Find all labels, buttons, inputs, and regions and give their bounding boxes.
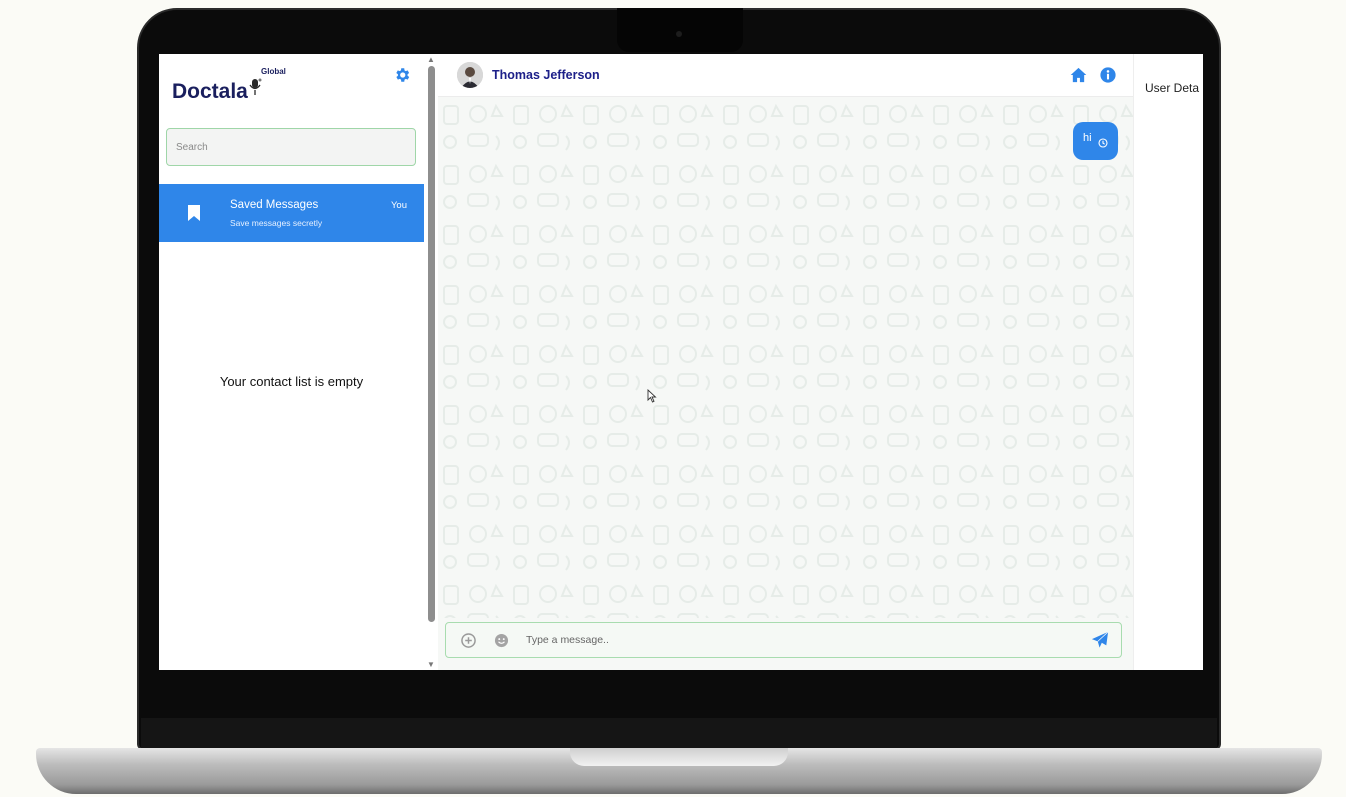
chat-background-pattern [438,98,1133,618]
chat-panel: Thomas Jefferson hi Type a message.. [438,54,1133,670]
add-attachment-icon[interactable] [461,633,476,648]
chat-item-subtitle: Save messages secretly [230,218,323,228]
microphone-logo-icon [249,78,262,95]
home-icon[interactable] [1070,67,1087,83]
app-screen: Doctala Global Saved Messages Save messa… [159,54,1203,670]
mouse-cursor-icon [647,389,657,403]
send-icon[interactable] [1091,631,1109,649]
bookmark-icon [188,205,200,221]
avatar[interactable] [457,62,483,88]
message-composer [445,622,1122,658]
chat-item-tag: You [390,200,407,211]
laptop-bezel-bottom [141,718,1217,748]
search-box [166,128,416,166]
laptop-base-notch [570,748,788,766]
chat-messages-area: hi [438,98,1133,618]
clock-icon [1098,138,1108,148]
emoji-icon[interactable] [494,633,509,648]
contact-name[interactable]: Thomas Jefferson [492,68,600,82]
scroll-thumb[interactable] [428,66,435,622]
chat-item-saved-messages[interactable]: Saved Messages Save messages secretly Yo… [159,184,424,242]
camera-icon [676,31,682,37]
message-text: hi [1083,132,1092,144]
sidebar: Doctala Global Saved Messages Save messa… [159,54,424,670]
scroll-up-arrow-icon[interactable]: ▲ [427,56,435,64]
scroll-down-arrow-icon[interactable]: ▼ [427,661,435,669]
logo-badge: Global [261,67,286,76]
user-details-panel: User Deta [1133,54,1203,670]
message-bubble-outgoing[interactable]: hi [1073,122,1118,160]
message-input[interactable] [526,628,1076,652]
camera-notch [617,8,743,52]
chat-item-title: Saved Messages [230,199,319,211]
user-avatar-icon [457,62,483,88]
sidebar-scrollbar[interactable]: ▲ ▼ [424,54,438,670]
chat-header: Thomas Jefferson [438,54,1133,97]
gear-icon[interactable] [393,66,411,84]
info-icon[interactable] [1100,67,1116,83]
empty-contacts-message: Your contact list is empty [219,374,364,389]
search-input[interactable] [167,129,415,165]
app-logo: Doctala [172,80,248,103]
user-details-title: User Deta [1145,81,1200,95]
